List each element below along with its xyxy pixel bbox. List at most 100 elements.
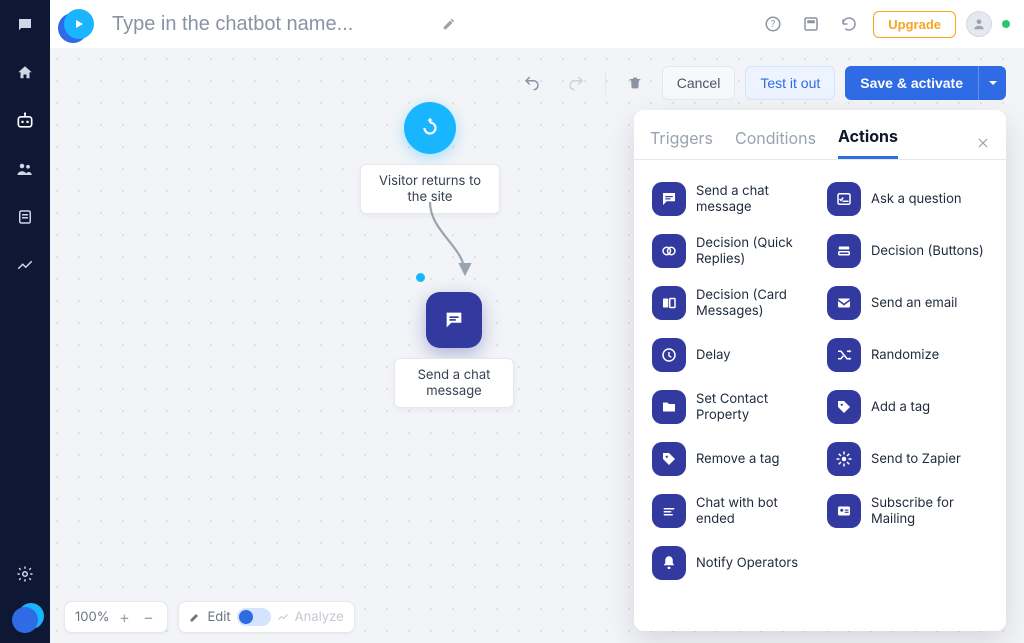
- action-item-decision-buttons[interactable]: Decision (Buttons): [825, 230, 986, 272]
- edge-connector-dot[interactable]: [416, 273, 425, 282]
- action-item-send-chat[interactable]: Send a chat message: [650, 178, 811, 220]
- presence-dot: [1002, 20, 1010, 28]
- action-item-label: Randomize: [871, 347, 939, 363]
- cards-icon: [652, 286, 686, 320]
- zoom-in-button[interactable]: +: [115, 607, 133, 627]
- undo-button[interactable]: [515, 66, 549, 100]
- action-item-label: Set Contact Property: [696, 391, 809, 424]
- trash-icon: [627, 75, 643, 91]
- node-trigger[interactable]: Visitor returns to the site: [360, 102, 500, 214]
- action-item-remove-tag[interactable]: Remove a tag: [650, 438, 811, 480]
- canvas-footer: 100% + − Edit Analyze: [64, 601, 355, 633]
- nav-docs[interactable]: [10, 202, 40, 232]
- action-item-add-tag[interactable]: Add a tag: [825, 386, 986, 428]
- edit-name-icon[interactable]: [442, 17, 456, 31]
- canvas-toolbar: Cancel Test it out Save & activate: [515, 66, 1006, 100]
- analytics-icon: [16, 256, 34, 274]
- workspace: Cancel Test it out Save & activate Visit…: [50, 52, 1024, 643]
- home-icon: [16, 64, 34, 82]
- action-item-label: Decision (Card Messages): [696, 287, 809, 320]
- refresh-icon: [840, 15, 858, 33]
- action-item-bot-ended[interactable]: Chat with bot ended: [650, 490, 811, 532]
- nav-analytics[interactable]: [10, 250, 40, 280]
- buttons-icon: [827, 234, 861, 268]
- mode-toggle: Edit Analyze: [178, 601, 354, 633]
- action-item-decision-cards[interactable]: Decision (Card Messages): [650, 282, 811, 324]
- top-bar: ? Upgrade: [50, 0, 1024, 52]
- action-item-label: Decision (Quick Replies): [696, 235, 809, 268]
- bot-icon: [15, 111, 35, 131]
- action-item-delay[interactable]: Delay: [650, 334, 811, 376]
- nav-rail: [0, 0, 50, 643]
- action-label: Send a chat message: [394, 358, 514, 408]
- tag-icon: [827, 390, 861, 424]
- actions-list[interactable]: Send a chat message Ask a question Decisio…: [650, 168, 990, 623]
- action-item-label: Decision (Buttons): [871, 243, 984, 259]
- end-icon: [652, 494, 686, 528]
- tab-actions[interactable]: Actions: [838, 126, 898, 159]
- chat-icon: [652, 182, 686, 216]
- gear-icon: [16, 565, 34, 583]
- bot-name-input[interactable]: [110, 12, 430, 37]
- analyze-icon: [277, 611, 289, 623]
- idcard-icon: [827, 494, 861, 528]
- redo-icon: [567, 74, 585, 92]
- node-action[interactable]: Send a chat message: [394, 292, 514, 408]
- action-item-subscribe[interactable]: Subscribe for Mailing: [825, 490, 986, 532]
- zoom-control: 100% + −: [64, 601, 168, 633]
- play-icon: [64, 9, 94, 39]
- question-icon: [827, 182, 861, 216]
- nav-settings[interactable]: [10, 559, 40, 589]
- help-button[interactable]: ?: [759, 10, 787, 38]
- mail-icon: [827, 286, 861, 320]
- tag-out-icon: [652, 442, 686, 476]
- action-item-label: Ask a question: [871, 191, 962, 207]
- flow-canvas[interactable]: Cancel Test it out Save & activate Visit…: [50, 52, 1024, 643]
- analyze-mode-label: Analyze: [295, 609, 344, 625]
- close-icon: [976, 136, 990, 150]
- folder-icon: [652, 390, 686, 424]
- zap-icon: [827, 442, 861, 476]
- pencil-icon: [189, 611, 201, 623]
- action-item-notify[interactable]: Notify Operators: [650, 542, 811, 584]
- action-item-label: Send to Zapier: [871, 451, 961, 467]
- tab-triggers[interactable]: Triggers: [650, 128, 713, 158]
- action-item-decision-quick[interactable]: Decision (Quick Replies): [650, 230, 811, 272]
- action-item-label: Add a tag: [871, 399, 930, 415]
- delete-button[interactable]: [618, 66, 652, 100]
- user-avatar[interactable]: [966, 11, 992, 37]
- tab-conditions[interactable]: Conditions: [735, 128, 816, 158]
- action-item-randomize[interactable]: Randomize: [825, 334, 986, 376]
- nav-bots[interactable]: [10, 106, 40, 136]
- nav-home[interactable]: [10, 58, 40, 88]
- trigger-icon: [404, 102, 456, 154]
- upgrade-button[interactable]: Upgrade: [873, 11, 956, 38]
- edit-mode-label: Edit: [207, 609, 230, 625]
- action-item-send-email[interactable]: Send an email: [825, 282, 986, 324]
- action-item-ask-question[interactable]: Ask a question: [825, 178, 986, 220]
- action-item-label: Chat with bot ended: [696, 495, 809, 528]
- panel-close[interactable]: [976, 136, 990, 150]
- refresh-button[interactable]: [835, 10, 863, 38]
- action-icon: [426, 292, 482, 348]
- people-icon: [16, 160, 34, 178]
- test-button[interactable]: Test it out: [745, 66, 835, 100]
- redo-button[interactable]: [559, 66, 593, 100]
- zoom-value: 100%: [75, 609, 109, 625]
- edit-analyze-toggle[interactable]: [237, 608, 271, 626]
- quick-icon: [652, 234, 686, 268]
- nav-chat[interactable]: [10, 10, 40, 40]
- chat-bubble-icon: [16, 16, 34, 34]
- save-dropdown[interactable]: [978, 66, 1006, 100]
- chevron-down-icon: [988, 78, 998, 88]
- clock-icon: [652, 338, 686, 372]
- nav-people[interactable]: [10, 154, 40, 184]
- shuffle-icon: [827, 338, 861, 372]
- action-item-set-contact[interactable]: Set Contact Property: [650, 386, 811, 428]
- cancel-button[interactable]: Cancel: [662, 66, 736, 100]
- templates-button[interactable]: [797, 10, 825, 38]
- action-item-zapier[interactable]: Send to Zapier: [825, 438, 986, 480]
- save-activate-button[interactable]: Save & activate: [845, 66, 978, 100]
- zoom-out-button[interactable]: −: [139, 607, 157, 627]
- templates-icon: [802, 15, 820, 33]
